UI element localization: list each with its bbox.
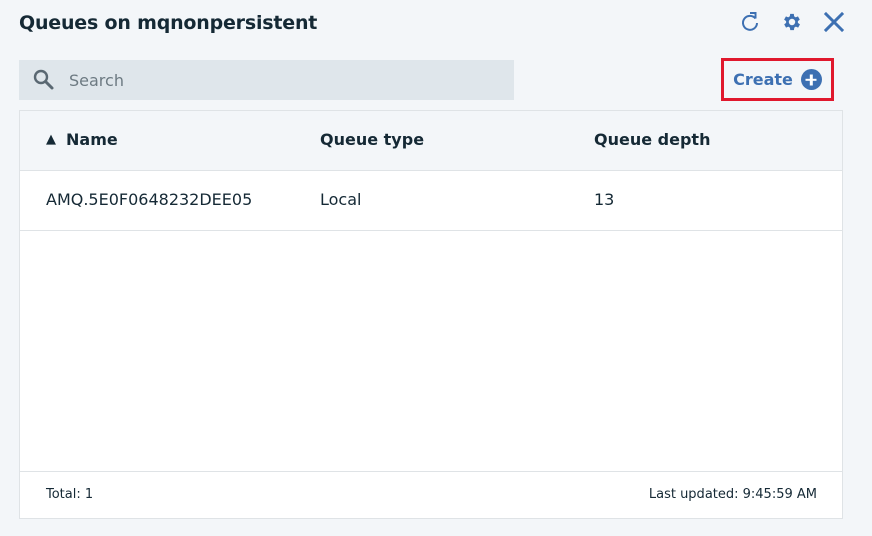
sort-ascending-icon: ▲ (46, 132, 56, 147)
create-button[interactable]: Create (721, 58, 834, 101)
table-row[interactable]: AMQ.5E0F0648232DEE05 Local 13 (20, 171, 842, 231)
close-icon[interactable] (822, 10, 846, 34)
search-icon (32, 68, 56, 92)
widget-title: Queues on mqnonpersistent (19, 12, 318, 34)
cell-queue-type: Local (320, 190, 362, 209)
table-header: ▲ Name Queue type Queue depth (20, 111, 842, 171)
total-count: Total: 1 (46, 487, 94, 502)
column-header-queue-depth[interactable]: Queue depth (594, 130, 710, 149)
column-header-queue-type[interactable]: Queue type (320, 130, 424, 149)
column-label-queue-depth: Queue depth (594, 130, 711, 149)
column-label-queue-type: Queue type (320, 130, 425, 149)
search-bar (19, 60, 514, 100)
table-footer: Total: 1 Last updated: 9:45:59 AM (20, 471, 842, 518)
refresh-icon[interactable] (738, 10, 762, 34)
cell-queue-name: AMQ.5E0F0648232DEE05 (46, 190, 253, 209)
gear-icon[interactable] (780, 10, 804, 34)
last-updated: Last updated: 9:45:59 AM (648, 487, 817, 502)
column-label-name: Name (66, 130, 118, 149)
cell-queue-depth: 13 (594, 190, 615, 209)
create-label: Create (733, 70, 793, 89)
column-header-name[interactable]: ▲ Name (46, 130, 118, 149)
header-actions (738, 10, 846, 34)
queues-table: ▲ Name Queue type Queue depth AMQ.5E0F06… (19, 110, 843, 519)
plus-circle-icon (800, 69, 822, 90)
queues-widget: Queues on mqnonpersistent Search Create … (0, 0, 872, 536)
search-input[interactable] (69, 70, 489, 90)
